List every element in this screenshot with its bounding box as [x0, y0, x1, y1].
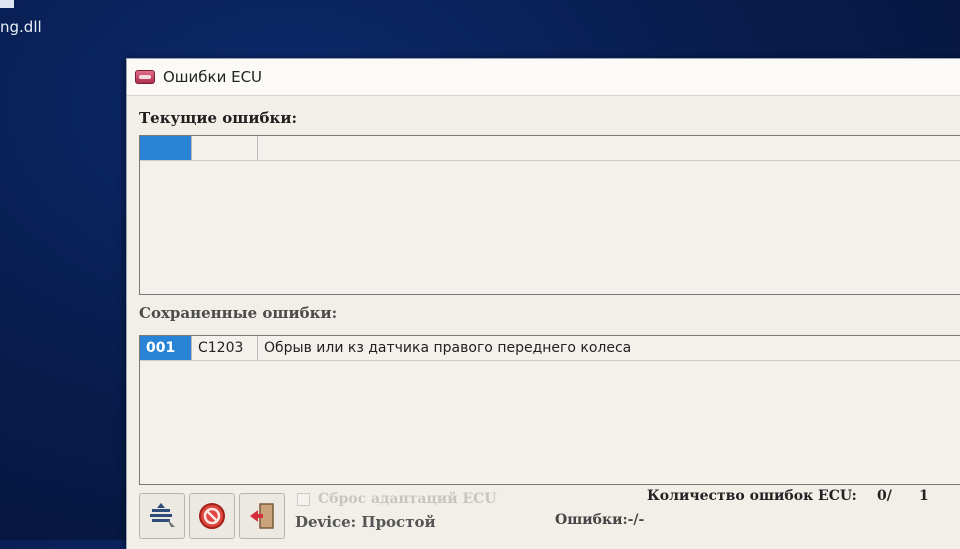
current-errors-table[interactable] — [139, 135, 960, 295]
desktop-file-label[interactable]: ng.dll — [0, 18, 42, 36]
error-desc-cell[interactable] — [258, 136, 960, 160]
saved-errors-title: Сохраненные ошибки: — [139, 304, 338, 322]
error-count-label: Количество ошибок ECU: — [647, 488, 857, 504]
error-count-current: 0/ — [877, 488, 892, 504]
reset-adaptation-label: Сброс адаптаций ECU — [318, 491, 497, 507]
window-title: Ошибки ECU — [163, 68, 263, 86]
error-code-cell[interactable]: C1203 — [192, 336, 258, 360]
errors-summary: Ошибки:-/- — [555, 512, 645, 528]
scan-button[interactable] — [139, 493, 185, 539]
ecu-errors-window: Ошибки ECU Текущие ошибки: Сохраненные о… — [126, 58, 960, 549]
reset-adaptation-option[interactable]: Сброс адаптаций ECU — [297, 491, 496, 507]
reset-adaptation-checkbox[interactable] — [297, 492, 310, 506]
exit-button[interactable] — [239, 493, 285, 539]
desktop-icon-stub — [0, 0, 14, 8]
window-titlebar[interactable]: Ошибки ECU — [127, 59, 960, 96]
table-row[interactable] — [140, 136, 960, 161]
footer-bar: Сброс адаптаций ECU Device: Простой Ошиб… — [137, 487, 960, 547]
clear-errors-icon — [199, 503, 225, 529]
saved-errors-table[interactable]: 001 C1203 Обрыв или кз датчика правого п… — [139, 335, 960, 485]
error-num-cell[interactable] — [140, 136, 192, 160]
current-errors-title: Текущие ошибки: — [139, 109, 298, 127]
exit-door-icon — [250, 503, 274, 529]
error-desc-cell[interactable]: Обрыв или кз датчика правого переднего к… — [258, 336, 960, 360]
table-row[interactable]: 001 C1203 Обрыв или кз датчика правого п… — [140, 336, 960, 361]
app-icon — [135, 70, 155, 84]
error-count-saved: 1 — [919, 488, 929, 504]
scan-icon — [150, 503, 175, 527]
clear-errors-button[interactable] — [189, 493, 235, 539]
device-label: Device: Простой — [295, 513, 436, 531]
error-num-cell[interactable]: 001 — [140, 336, 192, 360]
error-code-cell[interactable] — [192, 136, 258, 160]
